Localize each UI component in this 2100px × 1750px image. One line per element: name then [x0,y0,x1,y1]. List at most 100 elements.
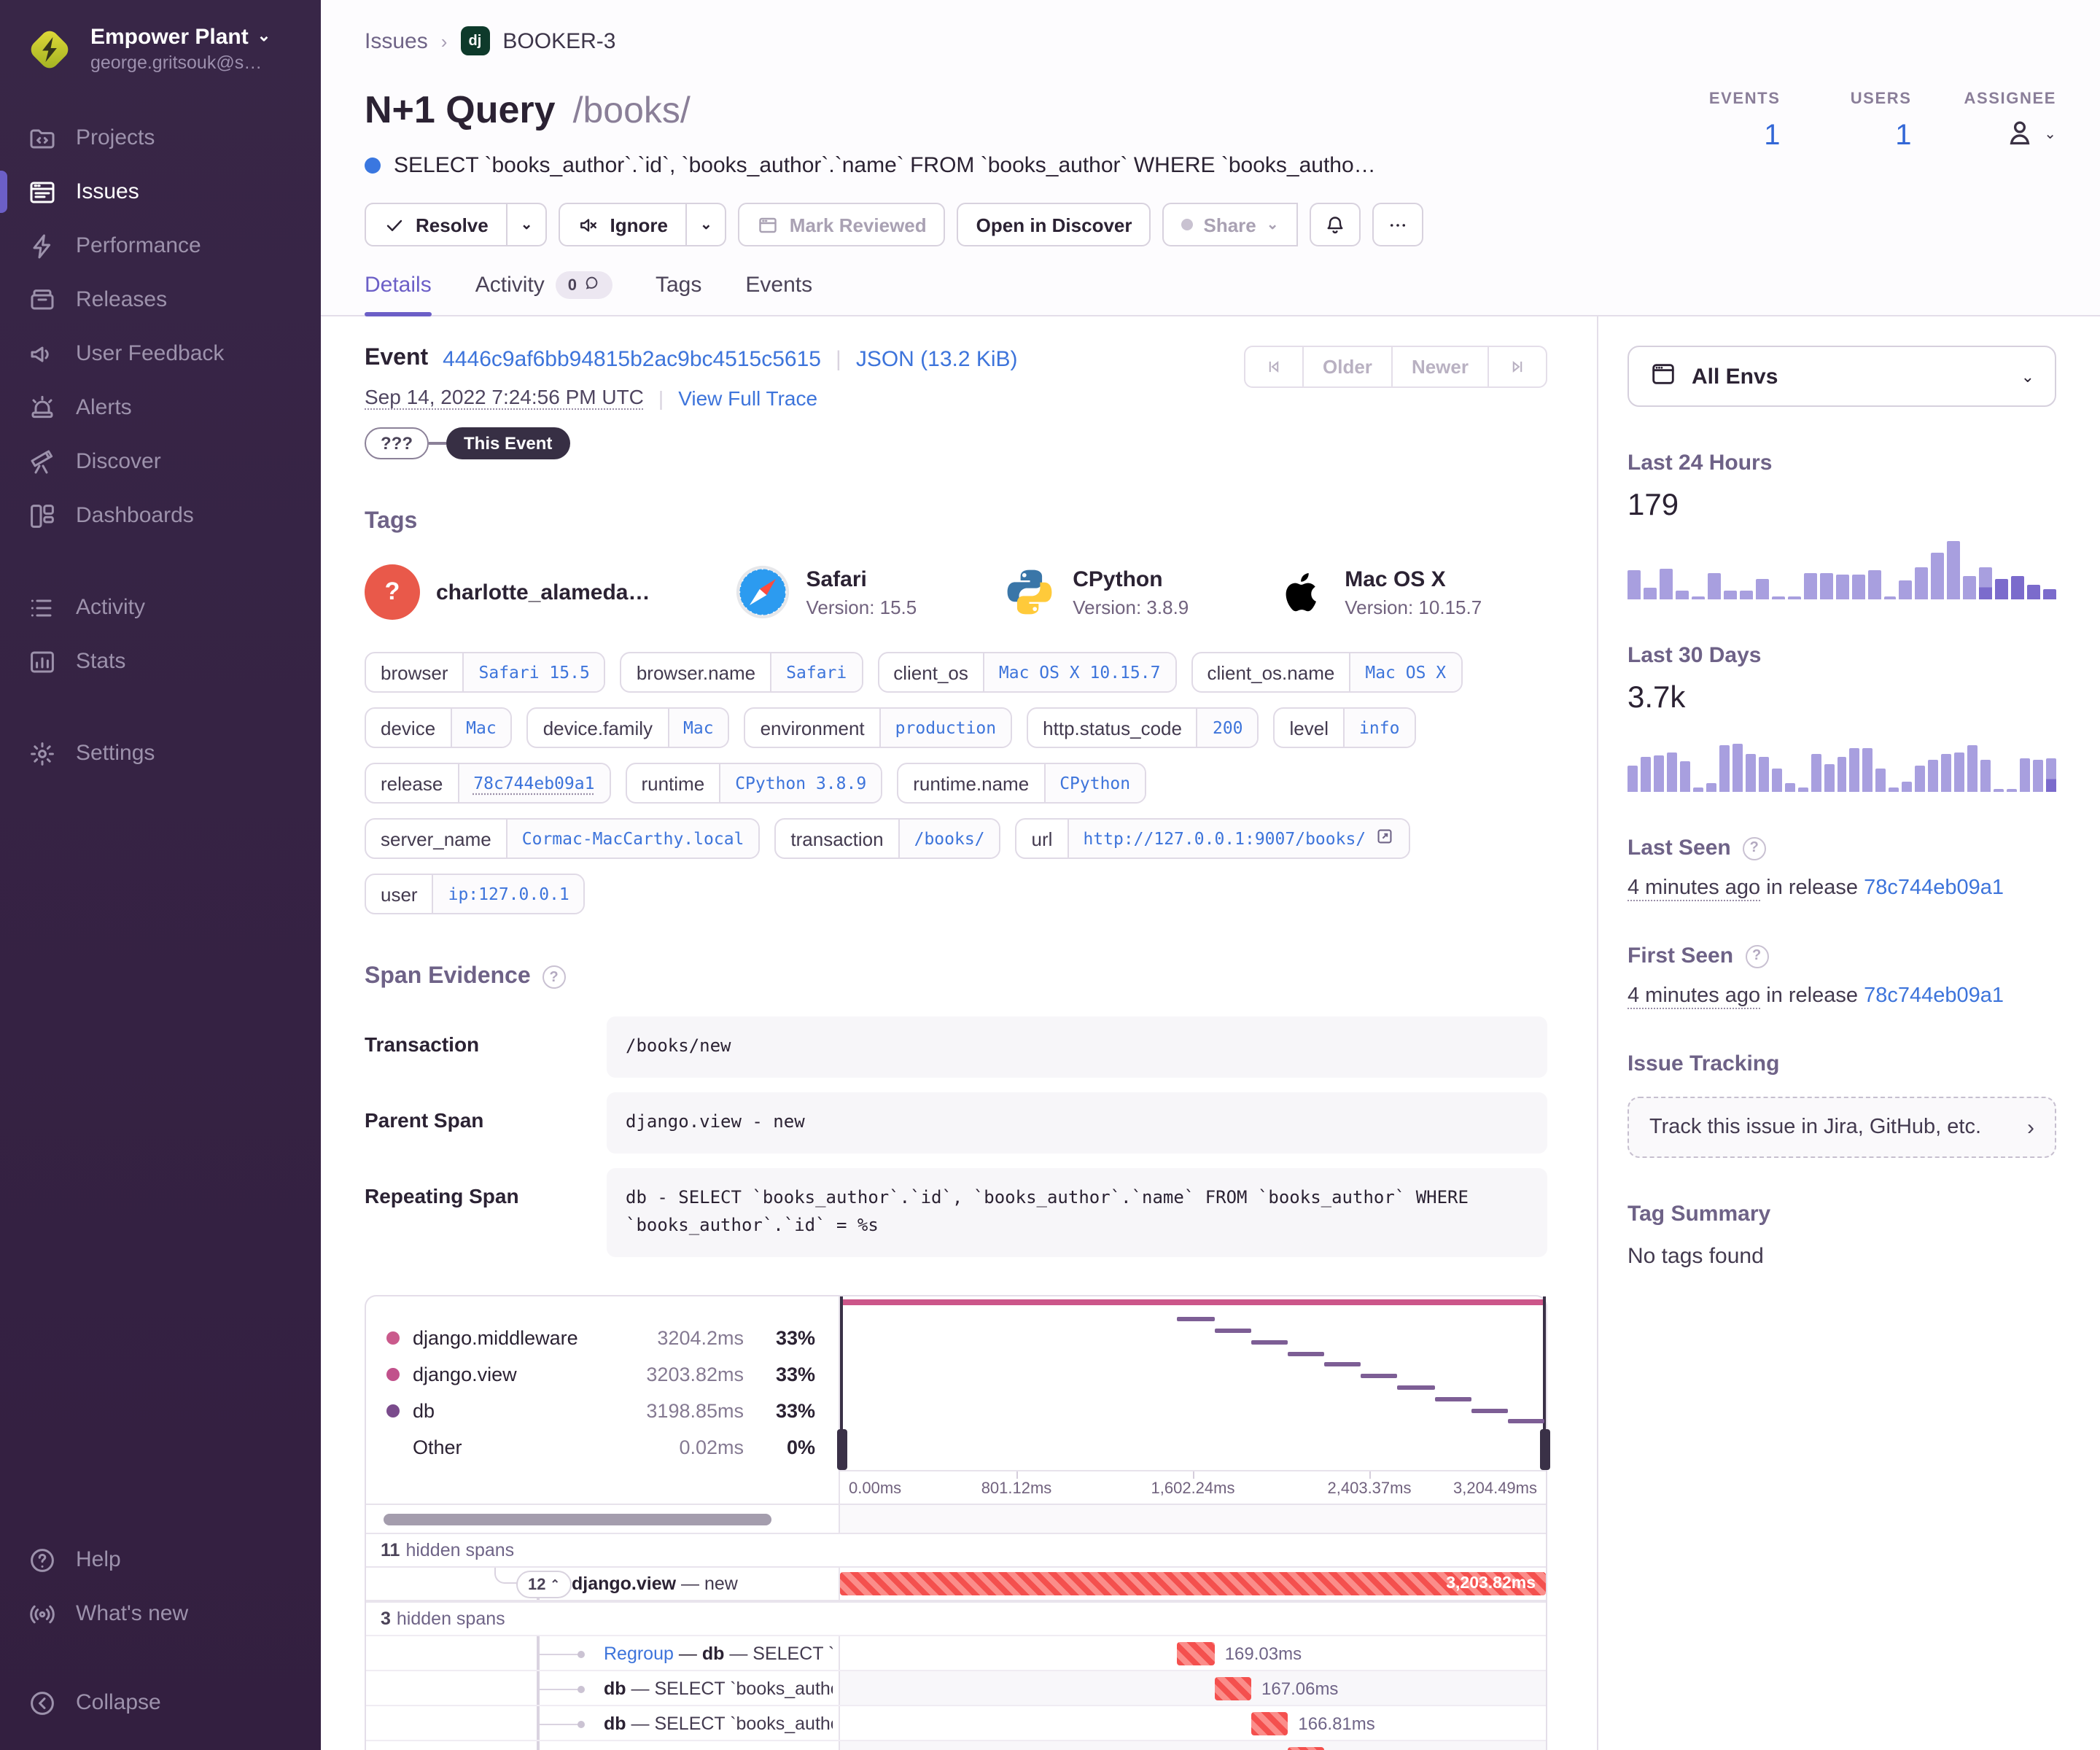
sidebar-item-activity[interactable]: Activity [0,580,321,634]
span-bar[interactable] [1251,1712,1288,1736]
tag-pill[interactable]: environment production [744,707,1013,748]
tab-tags[interactable]: Tags [656,271,701,315]
sidebar-item-alerts[interactable]: Alerts [0,381,321,435]
sidebar-item-issues[interactable]: Issues [0,165,321,219]
trace-minimap[interactable] [836,1296,1549,1471]
tag-pill[interactable]: release 78c744eb09a1 [365,763,611,804]
tag-pill[interactable]: level info [1273,707,1416,748]
span-row[interactable]: db — SELECT `books_author` 166.81ms [366,1705,1546,1741]
view-full-trace-link[interactable]: View Full Trace [678,386,817,409]
tag-value[interactable]: Safari [770,653,862,691]
collapse-group-pill[interactable]: 12 ⌃ [516,1571,572,1599]
sidebar-item-collapse[interactable]: Collapse [0,1676,321,1730]
tab-activity[interactable]: Activity 0 [475,271,612,315]
span-row[interactable]: Regroup — db — SELECT `books_author` 169.… [366,1635,1546,1671]
more-actions-button[interactable] [1372,203,1423,246]
minimap-left-handle[interactable] [836,1296,847,1471]
tag-value[interactable]: Mac OS X 10.15.7 [982,653,1175,691]
first-seen-release-link[interactable]: 78c744eb09a1 [1864,984,2004,1008]
issue-tracking-cta[interactable]: Track this issue in Jira, GitHub, etc. › [1628,1097,2056,1158]
external-link-icon[interactable] [1374,827,1393,850]
tag-value[interactable]: Mac [450,709,511,747]
share-button[interactable]: Share ⌄ [1162,203,1298,246]
mark-reviewed-button[interactable]: Mark Reviewed [738,203,946,246]
span-bar[interactable] [1177,1642,1215,1666]
ignore-button[interactable]: Ignore [559,203,687,246]
span-bar[interactable] [1287,1747,1325,1750]
horizontal-scrollbar[interactable] [384,1514,771,1526]
span-bar[interactable] [1214,1677,1252,1701]
tag-value[interactable]: 200 [1196,709,1258,747]
tag-pill[interactable]: url http://127.0.0.1:9007/books/ [1015,818,1410,859]
question-icon[interactable]: ? [542,965,566,989]
hidden-spans-row[interactable]: 11 hidden spans [366,1533,1546,1567]
sidebar-item-user-feedback[interactable]: User Feedback [0,327,321,381]
resolve-dropdown-button[interactable]: ⌄ [507,203,548,246]
tag-value[interactable]: info [1343,709,1415,747]
tag-pill[interactable]: http.status_code 200 [1027,707,1259,748]
tab-details[interactable]: Details [365,271,432,316]
event-json-link[interactable]: JSON (13.2 KiB) [856,346,1018,371]
org-switcher[interactable]: Empower Plant ⌄ george.gritsouk@s… [0,0,321,96]
breadcrumb-issues[interactable]: Issues [365,28,428,53]
question-icon[interactable]: ? [1745,944,1769,968]
tag-pill[interactable]: browser Safari 15.5 [365,652,606,693]
span-bar[interactable]: 3,203.82ms [840,1572,1546,1596]
span-row[interactable]: db — SELECT `books_author` 168.74ms [366,1740,1546,1750]
environment-filter[interactable]: All Envs ⌄ [1628,346,2056,407]
tag-value[interactable]: Mac [667,709,728,747]
span-group-link[interactable]: Regroup [604,1643,674,1663]
open-in-discover-button[interactable]: Open in Discover [957,203,1151,246]
question-icon[interactable]: ? [1742,836,1766,860]
tag-value[interactable]: CPython 3.8.9 [719,764,882,802]
first-event-button[interactable] [1245,347,1302,386]
sidebar-item-performance[interactable]: Performance [0,219,321,273]
newer-event-button[interactable]: Newer [1391,347,1488,386]
span-group-row[interactable]: 12 ⌃ django.view — new 3,203.82ms [366,1566,1546,1602]
hidden-spans-row[interactable]: 3 hidden spans [366,1601,1546,1636]
tag-pill[interactable]: transaction/books/ [774,818,1001,859]
tag-pill[interactable]: device Mac [365,707,513,748]
users-count[interactable]: 1 [1833,120,1911,153]
tag-value[interactable]: ip:127.0.0.1 [432,875,584,913]
sidebar-item-discover[interactable]: Discover [0,435,321,489]
tag-value[interactable]: CPython [1043,764,1146,802]
tag-value[interactable]: Cormac-MacCarthy.local [505,820,759,858]
tag-value[interactable]: Mac OS X [1349,653,1461,691]
context-card[interactable]: ? charlotte_alameda… [365,564,650,620]
minimap-right-handle[interactable] [1539,1296,1549,1471]
context-card[interactable]: CPython Version: 3.8.9 [1001,564,1189,620]
span-row[interactable]: db — SELECT `books_author` 167.06ms [366,1670,1546,1706]
tag-pill[interactable]: client_os Mac OS X 10.15.7 [877,652,1177,693]
last-seen-release-link[interactable]: 78c744eb09a1 [1864,876,2004,900]
last-event-button[interactable] [1488,347,1546,386]
context-card[interactable]: Safari Version: 15.5 [734,564,917,620]
assignee-dropdown[interactable]: ⌄ [1964,117,2056,153]
tag-pill[interactable]: browser.name Safari [620,652,863,693]
tag-pill[interactable]: client_os.name Mac OS X [1191,652,1463,693]
tag-pill[interactable]: runtime.name CPython [897,763,1147,804]
tag-value[interactable]: 78c744eb09a1 [457,764,610,802]
resolve-button[interactable]: Resolve [365,203,508,246]
tag-value[interactable]: Safari 15.5 [462,653,604,691]
sidebar-item-help[interactable]: Help [0,1533,321,1587]
tag-pill[interactable]: device.family Mac [526,707,730,748]
events-count[interactable]: 1 [1702,120,1780,153]
ignore-dropdown-button[interactable]: ⌄ [687,203,727,246]
unknown-trace-pill[interactable]: ??? [365,427,429,459]
sidebar-item-projects[interactable]: Projects [0,111,321,165]
sidebar-item-releases[interactable]: Releases [0,273,321,327]
sidebar-item-dashboards[interactable]: Dashboards [0,489,321,542]
tag-pill[interactable]: runtime CPython 3.8.9 [625,763,883,804]
event-id-link[interactable]: 4446c9af6bb94815b2ac9bc4515c5615 [443,346,821,371]
subscribe-button[interactable] [1309,203,1361,246]
context-card[interactable]: Mac OS X Version: 10.15.7 [1273,564,1482,620]
tag-pill[interactable]: user ip:127.0.0.1 [365,874,586,914]
older-event-button[interactable]: Older [1302,347,1391,386]
sidebar-item-settings[interactable]: Settings [0,726,321,780]
tab-events[interactable]: Events [745,271,812,315]
sidebar-item-stats[interactable]: Stats [0,634,321,688]
tag-pill[interactable]: server_name Cormac-MacCarthy.local [365,818,761,859]
tag-value[interactable]: http://127.0.0.1:9007/books/ [1067,820,1409,858]
tag-value[interactable]: /books/ [898,820,1000,858]
